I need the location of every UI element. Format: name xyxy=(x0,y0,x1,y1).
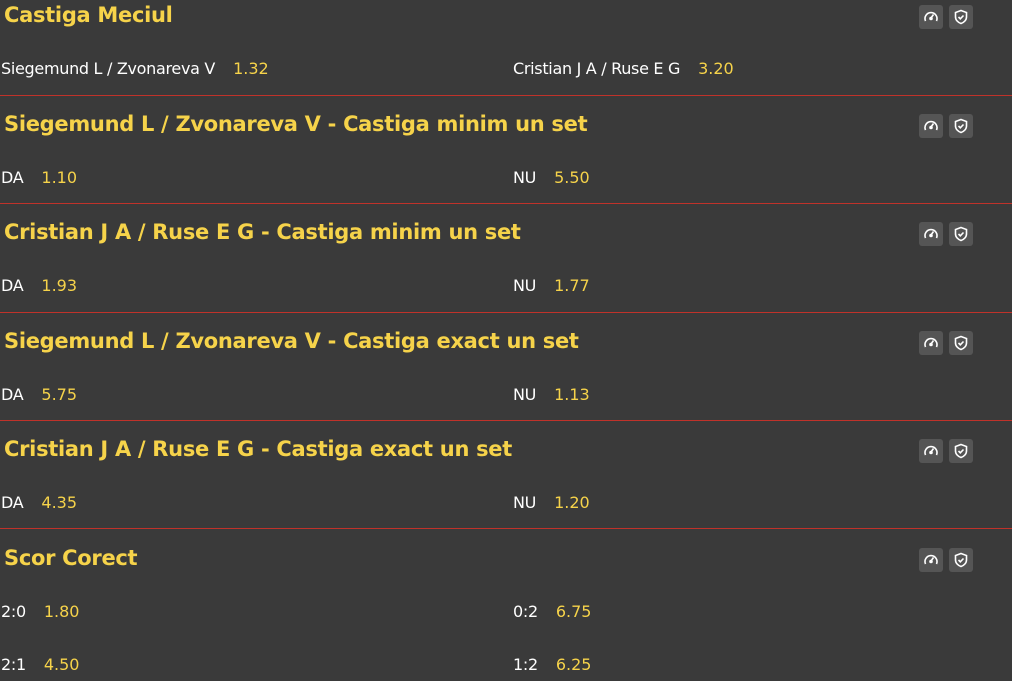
shield-icon[interactable] xyxy=(949,331,973,355)
selection-left[interactable]: 2:0 1.80 xyxy=(1,602,79,621)
market-tools xyxy=(919,5,973,29)
market-title: Cristian J A / Ruse E G - Castiga exact … xyxy=(4,437,512,461)
selection-name: 1:2 xyxy=(513,655,538,674)
odds-row: DA 5.75 NU 1.13 xyxy=(0,385,1012,409)
selection-odd[interactable]: 1.93 xyxy=(41,276,77,295)
selection-left[interactable]: DA 1.93 xyxy=(1,276,77,295)
selection-name: DA xyxy=(1,385,24,404)
market-divider xyxy=(0,95,1012,96)
market-title: Castiga Meciul xyxy=(4,3,173,27)
odds-row: 2:0 1.80 0:2 6.75 xyxy=(0,602,1012,626)
shield-icon[interactable] xyxy=(949,439,973,463)
selection-odd[interactable]: 1.80 xyxy=(44,602,80,621)
selection-name: 0:2 xyxy=(513,602,538,621)
speedometer-icon[interactable] xyxy=(919,439,943,463)
selection-right[interactable]: NU 1.20 xyxy=(513,493,590,512)
selection-left[interactable]: DA 5.75 xyxy=(1,385,77,404)
selection-odd[interactable]: 4.50 xyxy=(44,655,80,674)
selection-name: DA xyxy=(1,168,24,187)
speedometer-icon[interactable] xyxy=(919,5,943,29)
selection-right[interactable]: 1:2 6.25 xyxy=(513,655,591,674)
selection-name: NU xyxy=(513,168,537,187)
market-divider xyxy=(0,528,1012,529)
market-title: Cristian J A / Ruse E G - Castiga minim … xyxy=(4,220,521,244)
shield-icon[interactable] xyxy=(949,548,973,572)
selection-name: NU xyxy=(513,385,537,404)
speedometer-icon[interactable] xyxy=(919,222,943,246)
selection-odd[interactable]: 3.20 xyxy=(698,59,734,78)
market-title: Siegemund L / Zvonareva V - Castiga mini… xyxy=(4,112,588,136)
market-tools xyxy=(919,222,973,246)
selection-left[interactable]: Siegemund L / Zvonareva V 1.32 xyxy=(1,59,269,78)
odds-row: DA 1.10 NU 5.50 xyxy=(0,168,1012,192)
selection-name: Siegemund L / Zvonareva V xyxy=(1,59,216,78)
selection-odd[interactable]: 1.77 xyxy=(554,276,590,295)
market-tools xyxy=(919,114,973,138)
odds-row: Siegemund L / Zvonareva V 1.32 Cristian J … xyxy=(0,59,1012,83)
market-title: Siegemund L / Zvonareva V - Castiga exac… xyxy=(4,329,579,353)
selection-name: DA xyxy=(1,493,24,512)
selection-odd[interactable]: 5.75 xyxy=(41,385,77,404)
speedometer-icon[interactable] xyxy=(919,331,943,355)
selection-odd[interactable]: 1.32 xyxy=(233,59,269,78)
selection-right[interactable]: 0:2 6.75 xyxy=(513,602,591,621)
selection-name: Cristian J A / Ruse E G xyxy=(513,59,681,78)
selection-right[interactable]: NU 1.13 xyxy=(513,385,590,404)
market-tools xyxy=(919,548,973,572)
market-title: Scor Corect xyxy=(4,546,138,570)
shield-icon[interactable] xyxy=(949,114,973,138)
odds-row: 2:1 4.50 1:2 6.25 xyxy=(0,655,1012,679)
selection-left[interactable]: DA 4.35 xyxy=(1,493,77,512)
selection-name: 2:0 xyxy=(1,602,26,621)
selection-odd[interactable]: 1.20 xyxy=(554,493,590,512)
shield-icon[interactable] xyxy=(949,222,973,246)
market-tools xyxy=(919,331,973,355)
selection-right[interactable]: Cristian J A / Ruse E G 3.20 xyxy=(513,59,734,78)
selection-name: NU xyxy=(513,493,537,512)
odds-row: DA 1.93 NU 1.77 xyxy=(0,276,1012,300)
selection-odd[interactable]: 1.10 xyxy=(41,168,77,187)
selection-odd[interactable]: 1.13 xyxy=(554,385,590,404)
market-divider xyxy=(0,312,1012,313)
selection-left[interactable]: 2:1 4.50 xyxy=(1,655,79,674)
speedometer-icon[interactable] xyxy=(919,114,943,138)
market-divider xyxy=(0,203,1012,204)
selection-odd[interactable]: 4.35 xyxy=(41,493,77,512)
selection-odd[interactable]: 6.25 xyxy=(556,655,592,674)
selection-odd[interactable]: 6.75 xyxy=(556,602,592,621)
selection-left[interactable]: DA 1.10 xyxy=(1,168,77,187)
selection-name: NU xyxy=(513,276,537,295)
selection-name: 2:1 xyxy=(1,655,26,674)
market-tools xyxy=(919,439,973,463)
market-divider xyxy=(0,420,1012,421)
shield-icon[interactable] xyxy=(949,5,973,29)
selection-odd[interactable]: 5.50 xyxy=(554,168,590,187)
selection-right[interactable]: NU 1.77 xyxy=(513,276,590,295)
selection-name: DA xyxy=(1,276,24,295)
speedometer-icon[interactable] xyxy=(919,548,943,572)
odds-row: DA 4.35 NU 1.20 xyxy=(0,493,1012,517)
selection-right[interactable]: NU 5.50 xyxy=(513,168,590,187)
